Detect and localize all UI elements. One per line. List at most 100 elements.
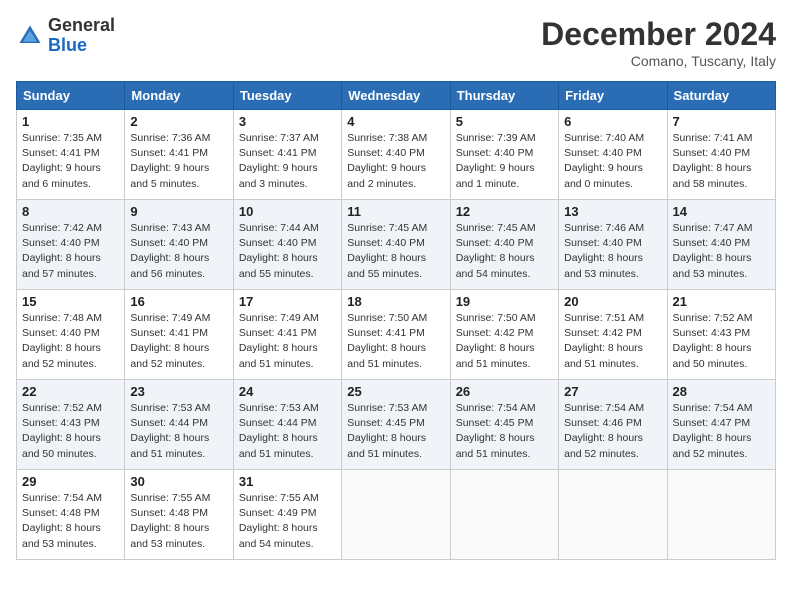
calendar-day-10: 10 Sunrise: 7:44 AMSunset: 4:40 PMDaylig… — [233, 200, 341, 290]
day-detail: Sunrise: 7:36 AMSunset: 4:41 PMDaylight:… — [130, 131, 227, 192]
day-detail: Sunrise: 7:42 AMSunset: 4:40 PMDaylight:… — [22, 221, 119, 282]
day-number: 20 — [564, 294, 661, 309]
calendar-day-7: 7 Sunrise: 7:41 AMSunset: 4:40 PMDayligh… — [667, 110, 775, 200]
day-number: 11 — [347, 204, 444, 219]
day-detail: Sunrise: 7:46 AMSunset: 4:40 PMDaylight:… — [564, 221, 661, 282]
logo-text: General Blue — [48, 16, 115, 56]
calendar-day-29: 29 Sunrise: 7:54 AMSunset: 4:48 PMDaylig… — [17, 470, 125, 560]
day-number: 18 — [347, 294, 444, 309]
calendar-day-22: 22 Sunrise: 7:52 AMSunset: 4:43 PMDaylig… — [17, 380, 125, 470]
column-header-saturday: Saturday — [667, 82, 775, 110]
calendar-day-8: 8 Sunrise: 7:42 AMSunset: 4:40 PMDayligh… — [17, 200, 125, 290]
day-detail: Sunrise: 7:49 AMSunset: 4:41 PMDaylight:… — [130, 311, 227, 372]
day-detail: Sunrise: 7:54 AMSunset: 4:46 PMDaylight:… — [564, 401, 661, 462]
day-detail: Sunrise: 7:39 AMSunset: 4:40 PMDaylight:… — [456, 131, 553, 192]
day-detail: Sunrise: 7:55 AMSunset: 4:49 PMDaylight:… — [239, 491, 336, 552]
calendar-day-17: 17 Sunrise: 7:49 AMSunset: 4:41 PMDaylig… — [233, 290, 341, 380]
day-detail: Sunrise: 7:53 AMSunset: 4:45 PMDaylight:… — [347, 401, 444, 462]
day-detail: Sunrise: 7:37 AMSunset: 4:41 PMDaylight:… — [239, 131, 336, 192]
calendar-day-5: 5 Sunrise: 7:39 AMSunset: 4:40 PMDayligh… — [450, 110, 558, 200]
calendar-week-2: 8 Sunrise: 7:42 AMSunset: 4:40 PMDayligh… — [17, 200, 776, 290]
empty-cell — [559, 470, 667, 560]
day-detail: Sunrise: 7:35 AMSunset: 4:41 PMDaylight:… — [22, 131, 119, 192]
calendar-week-5: 29 Sunrise: 7:54 AMSunset: 4:48 PMDaylig… — [17, 470, 776, 560]
day-detail: Sunrise: 7:45 AMSunset: 4:40 PMDaylight:… — [347, 221, 444, 282]
empty-cell — [342, 470, 450, 560]
calendar-day-2: 2 Sunrise: 7:36 AMSunset: 4:41 PMDayligh… — [125, 110, 233, 200]
calendar-day-19: 19 Sunrise: 7:50 AMSunset: 4:42 PMDaylig… — [450, 290, 558, 380]
day-detail: Sunrise: 7:44 AMSunset: 4:40 PMDaylight:… — [239, 221, 336, 282]
day-number: 5 — [456, 114, 553, 129]
calendar-day-11: 11 Sunrise: 7:45 AMSunset: 4:40 PMDaylig… — [342, 200, 450, 290]
calendar-day-4: 4 Sunrise: 7:38 AMSunset: 4:40 PMDayligh… — [342, 110, 450, 200]
day-number: 26 — [456, 384, 553, 399]
column-header-monday: Monday — [125, 82, 233, 110]
calendar-week-1: 1 Sunrise: 7:35 AMSunset: 4:41 PMDayligh… — [17, 110, 776, 200]
column-header-tuesday: Tuesday — [233, 82, 341, 110]
month-title: December 2024 — [541, 16, 776, 53]
calendar-day-26: 26 Sunrise: 7:54 AMSunset: 4:45 PMDaylig… — [450, 380, 558, 470]
column-header-friday: Friday — [559, 82, 667, 110]
day-number: 17 — [239, 294, 336, 309]
day-number: 13 — [564, 204, 661, 219]
empty-cell — [667, 470, 775, 560]
day-detail: Sunrise: 7:47 AMSunset: 4:40 PMDaylight:… — [673, 221, 770, 282]
day-detail: Sunrise: 7:48 AMSunset: 4:40 PMDaylight:… — [22, 311, 119, 372]
day-number: 21 — [673, 294, 770, 309]
day-detail: Sunrise: 7:53 AMSunset: 4:44 PMDaylight:… — [239, 401, 336, 462]
calendar-week-4: 22 Sunrise: 7:52 AMSunset: 4:43 PMDaylig… — [17, 380, 776, 470]
day-detail: Sunrise: 7:45 AMSunset: 4:40 PMDaylight:… — [456, 221, 553, 282]
calendar-week-3: 15 Sunrise: 7:48 AMSunset: 4:40 PMDaylig… — [17, 290, 776, 380]
day-detail: Sunrise: 7:52 AMSunset: 4:43 PMDaylight:… — [22, 401, 119, 462]
calendar-day-1: 1 Sunrise: 7:35 AMSunset: 4:41 PMDayligh… — [17, 110, 125, 200]
day-number: 9 — [130, 204, 227, 219]
day-detail: Sunrise: 7:52 AMSunset: 4:43 PMDaylight:… — [673, 311, 770, 372]
logo: General Blue — [16, 16, 115, 56]
day-detail: Sunrise: 7:54 AMSunset: 4:47 PMDaylight:… — [673, 401, 770, 462]
column-header-thursday: Thursday — [450, 82, 558, 110]
day-number: 12 — [456, 204, 553, 219]
day-number: 2 — [130, 114, 227, 129]
calendar-day-30: 30 Sunrise: 7:55 AMSunset: 4:48 PMDaylig… — [125, 470, 233, 560]
day-detail: Sunrise: 7:55 AMSunset: 4:48 PMDaylight:… — [130, 491, 227, 552]
day-number: 22 — [22, 384, 119, 399]
day-detail: Sunrise: 7:53 AMSunset: 4:44 PMDaylight:… — [130, 401, 227, 462]
day-number: 4 — [347, 114, 444, 129]
day-number: 25 — [347, 384, 444, 399]
calendar-day-18: 18 Sunrise: 7:50 AMSunset: 4:41 PMDaylig… — [342, 290, 450, 380]
day-number: 27 — [564, 384, 661, 399]
day-number: 19 — [456, 294, 553, 309]
calendar-day-16: 16 Sunrise: 7:49 AMSunset: 4:41 PMDaylig… — [125, 290, 233, 380]
column-header-sunday: Sunday — [17, 82, 125, 110]
page-header: General Blue December 2024 Comano, Tusca… — [16, 16, 776, 69]
calendar-day-9: 9 Sunrise: 7:43 AMSunset: 4:40 PMDayligh… — [125, 200, 233, 290]
calendar-day-3: 3 Sunrise: 7:37 AMSunset: 4:41 PMDayligh… — [233, 110, 341, 200]
day-detail: Sunrise: 7:49 AMSunset: 4:41 PMDaylight:… — [239, 311, 336, 372]
calendar-day-28: 28 Sunrise: 7:54 AMSunset: 4:47 PMDaylig… — [667, 380, 775, 470]
day-number: 16 — [130, 294, 227, 309]
calendar-day-6: 6 Sunrise: 7:40 AMSunset: 4:40 PMDayligh… — [559, 110, 667, 200]
calendar-header-row: SundayMondayTuesdayWednesdayThursdayFrid… — [17, 82, 776, 110]
day-detail: Sunrise: 7:38 AMSunset: 4:40 PMDaylight:… — [347, 131, 444, 192]
calendar-day-31: 31 Sunrise: 7:55 AMSunset: 4:49 PMDaylig… — [233, 470, 341, 560]
calendar-day-27: 27 Sunrise: 7:54 AMSunset: 4:46 PMDaylig… — [559, 380, 667, 470]
day-number: 6 — [564, 114, 661, 129]
location-subtitle: Comano, Tuscany, Italy — [541, 53, 776, 69]
calendar-day-24: 24 Sunrise: 7:53 AMSunset: 4:44 PMDaylig… — [233, 380, 341, 470]
day-detail: Sunrise: 7:54 AMSunset: 4:48 PMDaylight:… — [22, 491, 119, 552]
day-number: 15 — [22, 294, 119, 309]
day-number: 14 — [673, 204, 770, 219]
day-detail: Sunrise: 7:41 AMSunset: 4:40 PMDaylight:… — [673, 131, 770, 192]
empty-cell — [450, 470, 558, 560]
calendar-table: SundayMondayTuesdayWednesdayThursdayFrid… — [16, 81, 776, 560]
day-detail: Sunrise: 7:40 AMSunset: 4:40 PMDaylight:… — [564, 131, 661, 192]
title-block: December 2024 Comano, Tuscany, Italy — [541, 16, 776, 69]
day-detail: Sunrise: 7:54 AMSunset: 4:45 PMDaylight:… — [456, 401, 553, 462]
day-number: 10 — [239, 204, 336, 219]
day-detail: Sunrise: 7:50 AMSunset: 4:42 PMDaylight:… — [456, 311, 553, 372]
day-number: 24 — [239, 384, 336, 399]
day-number: 23 — [130, 384, 227, 399]
calendar-day-12: 12 Sunrise: 7:45 AMSunset: 4:40 PMDaylig… — [450, 200, 558, 290]
calendar-day-20: 20 Sunrise: 7:51 AMSunset: 4:42 PMDaylig… — [559, 290, 667, 380]
calendar-day-15: 15 Sunrise: 7:48 AMSunset: 4:40 PMDaylig… — [17, 290, 125, 380]
